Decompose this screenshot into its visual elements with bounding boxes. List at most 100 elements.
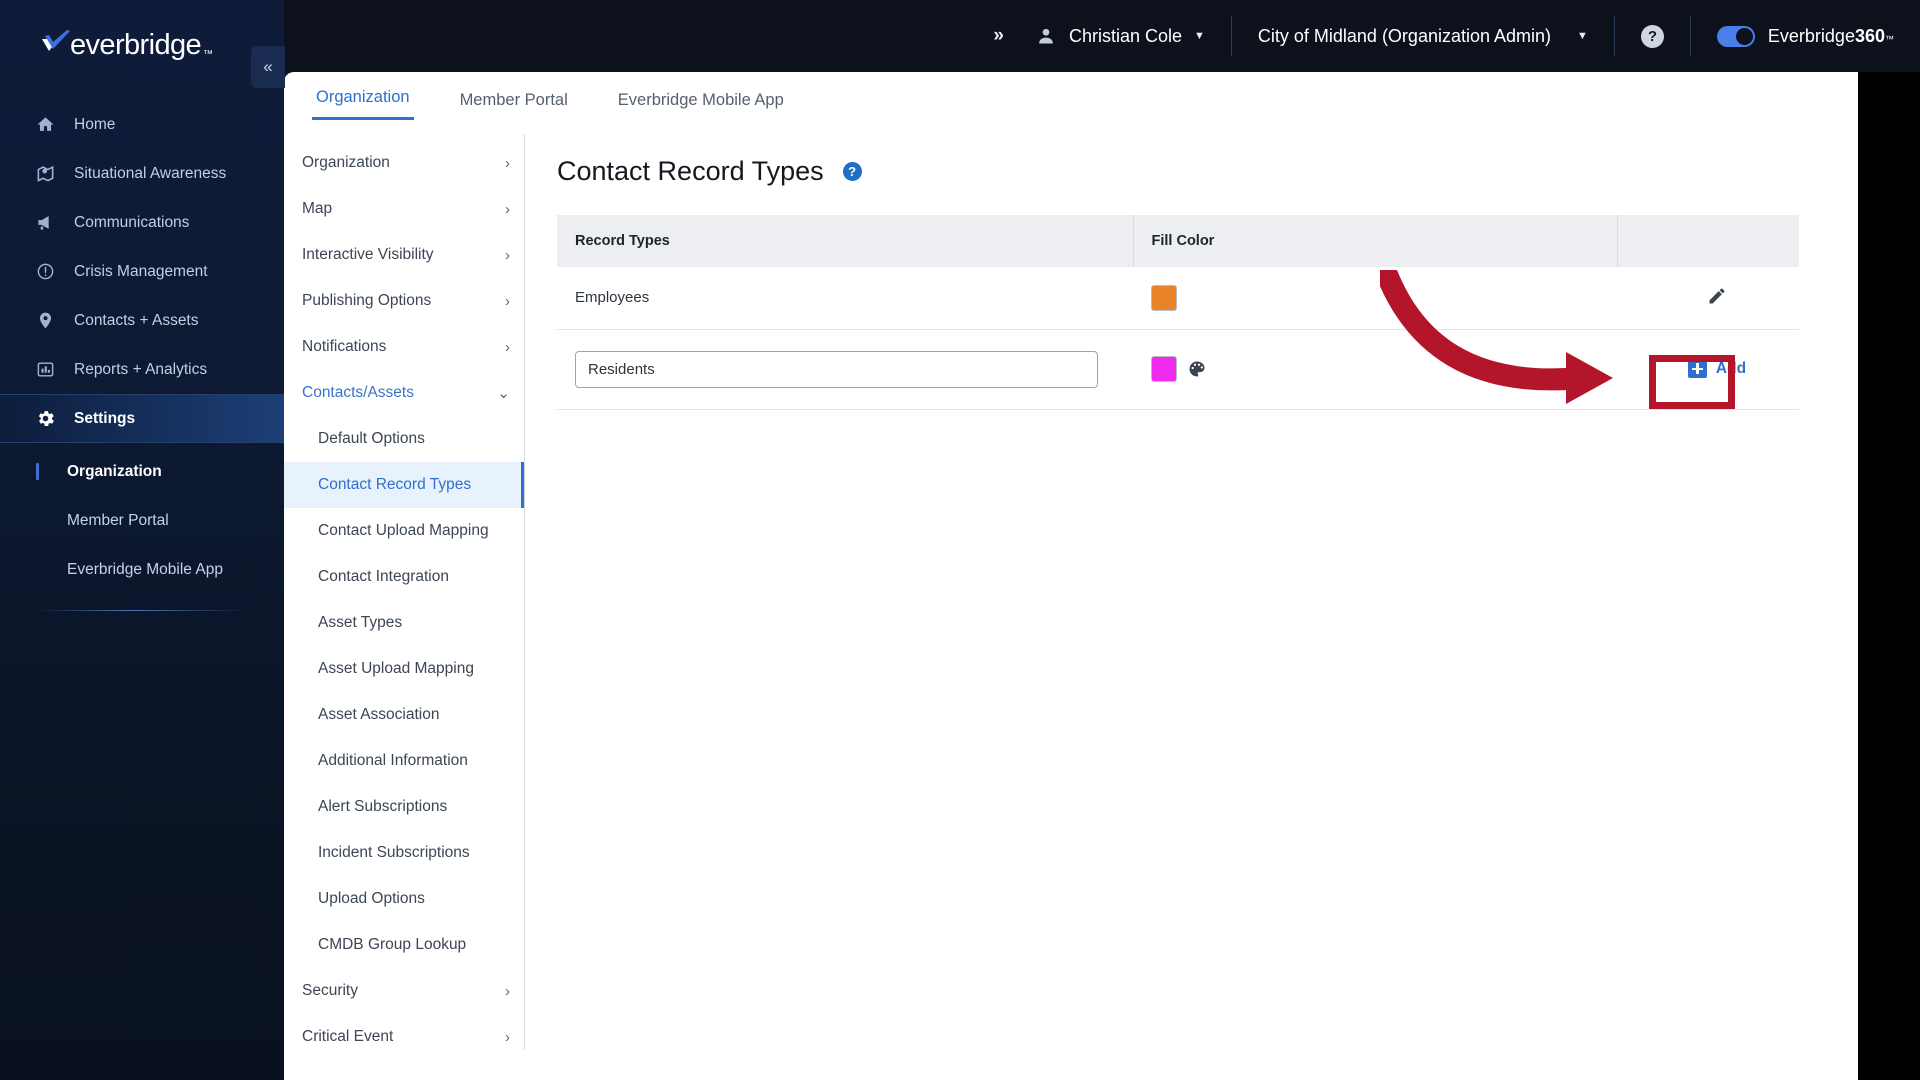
settings-nav-publishing-options[interactable]: Publishing Options ›	[284, 278, 524, 324]
sidebar-label: Reports + Analytics	[74, 360, 208, 378]
palette-icon[interactable]	[1187, 359, 1207, 379]
settings-nav-map[interactable]: Map ›	[284, 186, 524, 232]
topbar-divider	[1689, 16, 1691, 56]
nav-label: Contact Record Types	[318, 476, 472, 493]
content-panel: Organization Member Portal Everbridge Mo…	[284, 72, 1858, 1080]
sidebar-label: Communications	[74, 213, 190, 231]
page-help-icon[interactable]: ?	[842, 162, 862, 181]
sidebar-subitem-member-portal[interactable]: Member Portal	[0, 496, 284, 545]
tab-everbridge-mobile-app[interactable]: Everbridge Mobile App	[614, 91, 788, 120]
settings-nav-default-options[interactable]: Default Options	[284, 416, 524, 462]
column-header-actions	[1616, 215, 1799, 267]
help-label: ?	[1647, 27, 1657, 45]
chevron-right-icon: ›	[505, 200, 510, 218]
cell-add-action: Add	[1617, 329, 1799, 410]
settings-nav-security[interactable]: Security ›	[284, 968, 524, 1014]
settings-nav-contacts-assets[interactable]: Contacts/Assets ⌄	[284, 370, 524, 416]
map-pin-icon	[34, 163, 56, 185]
fill-color-swatch[interactable]	[1151, 284, 1177, 311]
settings-nav-contact-upload-mapping[interactable]: Contact Upload Mapping	[284, 508, 524, 554]
everbridge-360-toggle[interactable]	[1716, 25, 1755, 47]
sidebar-item-situational-awareness[interactable]: Situational Awareness	[0, 149, 284, 198]
sidebar-item-reports-analytics[interactable]: Reports + Analytics	[0, 345, 284, 394]
user-name: Christian Cole	[1068, 25, 1182, 46]
inactive-indicator-bar	[36, 512, 39, 529]
column-header-record-types: Record Types	[557, 215, 1133, 267]
record-type-name-input[interactable]	[575, 350, 1098, 388]
settings-nav-alert-subscriptions[interactable]: Alert Subscriptions	[284, 784, 524, 830]
sidebar-label: Home	[74, 115, 116, 133]
sidebar-sublabel: Organization	[67, 462, 162, 480]
help-button[interactable]: ?	[1640, 24, 1664, 48]
primary-nav: Home Situational Awareness Communication…	[0, 100, 284, 443]
nav-label: Contact Integration	[318, 568, 449, 585]
settings-nav-critical-event[interactable]: Critical Event ›	[284, 1014, 524, 1060]
table-row: Employees	[557, 267, 1799, 330]
tab-member-portal[interactable]: Member Portal	[456, 91, 572, 120]
brand-logo[interactable]: everbridge ™	[0, 0, 284, 72]
sidebar-subitem-everbridge-mobile-app[interactable]: Everbridge Mobile App	[0, 545, 284, 594]
sidebar-item-settings[interactable]: Settings	[0, 394, 284, 443]
record-types-table: Record Types Fill Color Employees Reside…	[557, 215, 1799, 410]
alert-circle-icon	[34, 261, 56, 283]
location-pin-icon	[34, 310, 56, 332]
sidebar-item-home[interactable]: Home	[0, 100, 284, 149]
product-name: Everbridge	[1767, 25, 1855, 46]
double-chevron-right-icon[interactable]: »	[993, 25, 1003, 47]
settings-nav-incident-subscriptions[interactable]: Incident Subscriptions	[284, 830, 524, 876]
nav-label: Asset Association	[318, 706, 440, 723]
nav-label: Security	[302, 982, 358, 999]
chevron-right-icon: ›	[505, 982, 510, 1000]
sidebar-item-communications[interactable]: Communications	[0, 198, 284, 247]
cell-fill-color-picker	[1133, 329, 1617, 410]
settings-nav-asset-types[interactable]: Asset Types	[284, 600, 524, 646]
sidebar-collapse-button[interactable]: «	[251, 46, 285, 88]
settings-nav-asset-upload-mapping[interactable]: Asset Upload Mapping	[284, 646, 524, 692]
brand-name: everbridge	[70, 29, 202, 61]
settings-nav-upload-options[interactable]: Upload Options	[284, 876, 524, 922]
settings-nav-notifications[interactable]: Notifications ›	[284, 324, 524, 370]
settings-nav-additional-information[interactable]: Additional Information	[284, 738, 524, 784]
column-header-fill-color: Fill Color	[1132, 215, 1617, 267]
settings-nav-cmdb-group-lookup[interactable]: CMDB Group Lookup	[284, 922, 524, 968]
settings-nav-contact-record-types[interactable]: Contact Record Types	[284, 462, 524, 508]
tab-label: Organization	[316, 88, 410, 106]
top-bar: » Christian Cole ▼ City of Midland (Orga…	[284, 0, 1920, 72]
cell-fill-color	[1133, 267, 1617, 330]
cell-record-type-input	[557, 329, 1133, 410]
sidebar-item-crisis-management[interactable]: Crisis Management	[0, 247, 284, 296]
tab-bar: Organization Member Portal Everbridge Mo…	[284, 72, 1858, 120]
double-chevron-left-icon: «	[263, 57, 273, 76]
organization-selector[interactable]: City of Midland (Organization Admin) ▼	[1258, 26, 1588, 47]
fill-color-swatch[interactable]	[1151, 356, 1177, 382]
sidebar-subitem-organization[interactable]: Organization	[0, 447, 284, 496]
nav-label: Alert Subscriptions	[318, 798, 448, 815]
megaphone-icon	[34, 212, 56, 234]
add-button[interactable]: Add	[1679, 356, 1755, 381]
page-title-row: Contact Record Types ?	[557, 156, 1806, 187]
page-title: Contact Record Types	[557, 156, 824, 186]
user-menu[interactable]: Christian Cole ▼	[1036, 26, 1205, 47]
sidebar-item-contacts-assets[interactable]: Contacts + Assets	[0, 296, 284, 345]
nav-label: Contact Upload Mapping	[318, 522, 489, 539]
settings-nav-organization[interactable]: Organization ›	[284, 140, 524, 186]
inactive-indicator-bar	[36, 561, 39, 578]
sidebar-label: Situational Awareness	[74, 164, 227, 182]
chevron-down-icon: ▼	[1194, 30, 1205, 42]
topbar-divider	[1613, 16, 1615, 56]
settings-nav-asset-association[interactable]: Asset Association	[284, 692, 524, 738]
toggle-knob	[1735, 27, 1753, 45]
page-right-gutter	[1858, 0, 1920, 1080]
nav-label: Asset Upload Mapping	[318, 660, 474, 677]
tab-organization[interactable]: Organization	[312, 88, 414, 120]
pencil-icon[interactable]	[1707, 286, 1727, 306]
cell-actions	[1617, 267, 1799, 330]
sidebar-sublabel: Everbridge Mobile App	[67, 560, 223, 578]
nav-label: Critical Event	[302, 1028, 394, 1045]
settings-nav-contact-integration[interactable]: Contact Integration	[284, 554, 524, 600]
table-row-editing: Add	[557, 329, 1799, 410]
settings-nav-interactive-visibility[interactable]: Interactive Visibility ›	[284, 232, 524, 278]
chevron-right-icon: ›	[505, 338, 510, 356]
nav-label: Additional Information	[318, 752, 468, 769]
plus-square-icon	[1687, 359, 1707, 378]
